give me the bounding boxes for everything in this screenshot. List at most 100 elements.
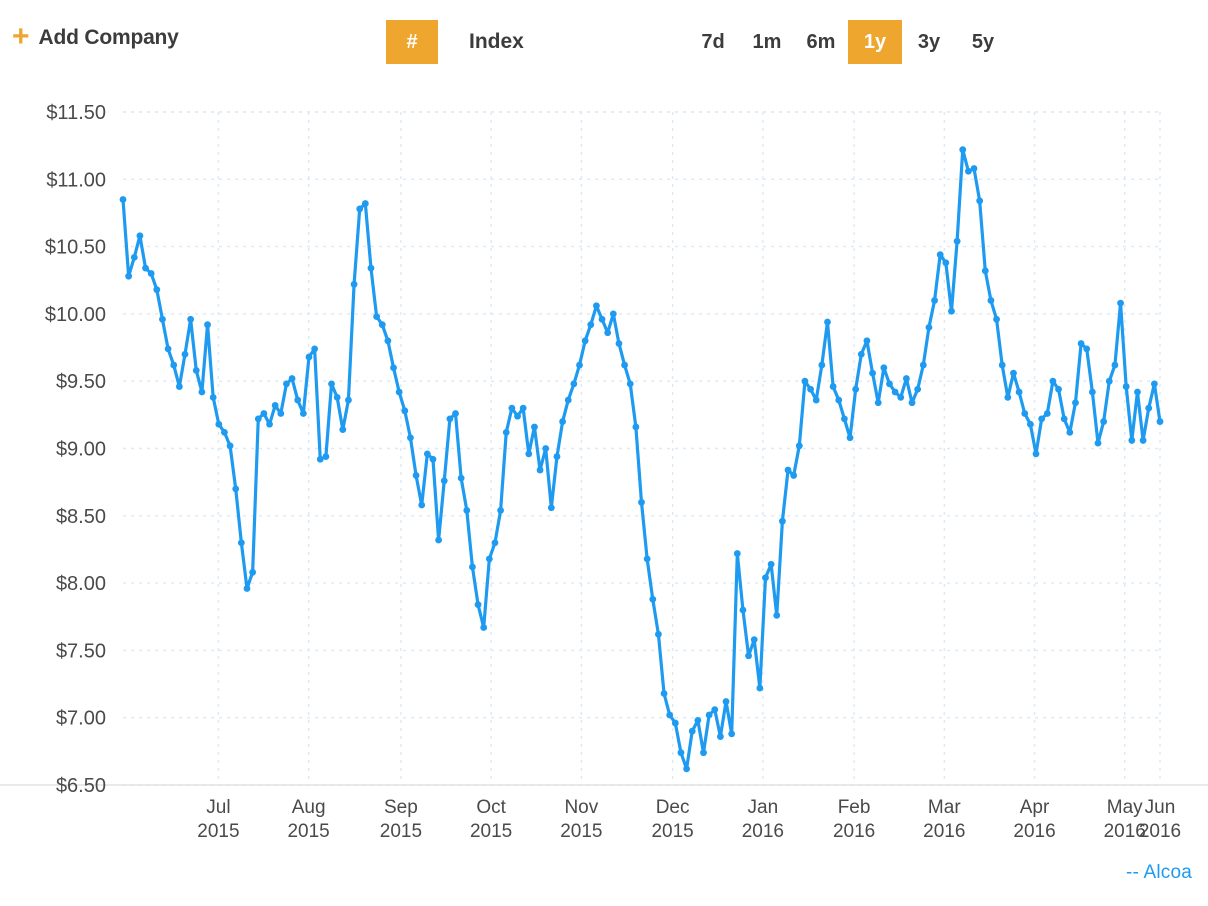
data-point[interactable] — [750, 636, 758, 644]
data-point[interactable] — [1004, 393, 1012, 401]
data-point[interactable] — [863, 337, 871, 345]
data-point[interactable] — [919, 361, 927, 369]
data-point[interactable] — [1150, 380, 1158, 388]
data-point[interactable] — [559, 418, 566, 425]
data-point[interactable] — [429, 455, 437, 463]
data-point[interactable] — [260, 410, 268, 417]
data-point[interactable] — [632, 423, 640, 431]
data-point[interactable] — [294, 396, 302, 404]
data-point[interactable] — [345, 396, 352, 404]
data-point[interactable] — [846, 434, 854, 442]
data-point[interactable] — [373, 313, 381, 320]
data-point[interactable] — [1111, 361, 1119, 369]
data-point[interactable] — [232, 485, 240, 493]
data-point[interactable] — [192, 367, 200, 374]
data-point[interactable] — [722, 698, 730, 705]
data-point[interactable] — [209, 393, 217, 401]
data-point[interactable] — [1026, 420, 1034, 428]
data-point[interactable] — [254, 415, 262, 423]
data-point[interactable] — [767, 560, 775, 568]
data-point[interactable] — [485, 555, 493, 563]
data-point[interactable] — [840, 415, 848, 423]
data-point[interactable] — [497, 507, 505, 514]
data-point[interactable] — [553, 453, 561, 460]
data-point[interactable] — [181, 350, 189, 358]
data-point[interactable] — [249, 568, 257, 576]
data-point[interactable] — [981, 267, 989, 275]
legend-alcoa[interactable]: -- Alcoa — [1126, 862, 1192, 884]
data-point[interactable] — [1077, 340, 1085, 347]
data-point[interactable] — [198, 388, 206, 396]
range-button-5y[interactable]: 5y — [956, 20, 1010, 64]
data-point[interactable] — [807, 385, 814, 393]
data-point[interactable] — [857, 350, 865, 358]
data-point[interactable] — [683, 765, 690, 773]
data-point[interactable] — [311, 345, 319, 353]
data-point[interactable] — [356, 205, 364, 213]
data-point[interactable] — [818, 361, 826, 369]
data-point[interactable] — [756, 684, 764, 692]
data-point[interactable] — [581, 337, 589, 345]
data-point[interactable] — [936, 251, 944, 259]
data-point[interactable] — [604, 329, 612, 337]
data-point[interactable] — [1139, 437, 1147, 444]
data-point[interactable] — [226, 442, 234, 450]
data-point[interactable] — [283, 380, 290, 388]
data-point[interactable] — [621, 361, 628, 369]
data-point[interactable] — [942, 259, 950, 267]
data-point[interactable] — [339, 426, 347, 434]
data-point[interactable] — [491, 539, 499, 547]
data-point[interactable] — [1094, 439, 1102, 447]
data-point[interactable] — [638, 498, 645, 506]
data-point[interactable] — [739, 606, 747, 614]
data-point[interactable] — [874, 399, 882, 407]
data-point[interactable] — [643, 555, 651, 563]
data-point[interactable] — [1117, 299, 1124, 307]
data-point[interactable] — [1015, 388, 1023, 396]
data-point[interactable] — [153, 286, 161, 294]
data-point[interactable] — [1145, 404, 1153, 412]
data-point[interactable] — [1055, 385, 1062, 393]
data-point[interactable] — [350, 280, 358, 288]
data-point[interactable] — [902, 375, 910, 382]
data-point[interactable] — [1038, 415, 1046, 423]
data-point[interactable] — [536, 466, 544, 474]
data-point[interactable] — [987, 297, 995, 304]
data-point[interactable] — [891, 388, 899, 396]
data-point[interactable] — [125, 272, 133, 280]
data-point[interactable] — [1134, 388, 1141, 396]
data-point[interactable] — [401, 407, 409, 415]
data-point[interactable] — [390, 364, 397, 372]
data-point[interactable] — [711, 706, 719, 714]
data-point[interactable] — [1100, 418, 1108, 425]
data-point[interactable] — [773, 612, 781, 619]
data-point[interactable] — [367, 264, 375, 272]
index-hash-badge[interactable]: # — [386, 20, 438, 64]
data-point[interactable] — [423, 450, 431, 458]
data-point[interactable] — [762, 574, 769, 582]
data-point[interactable] — [164, 345, 172, 353]
data-point[interactable] — [271, 402, 279, 409]
data-point[interactable] — [970, 165, 978, 172]
data-point[interactable] — [463, 507, 471, 514]
data-point[interactable] — [728, 730, 736, 738]
data-point[interactable] — [914, 385, 922, 393]
data-point[interactable] — [119, 196, 127, 203]
data-point[interactable] — [886, 380, 893, 388]
data-point[interactable] — [953, 237, 961, 245]
data-point[interactable] — [187, 315, 195, 323]
data-point[interactable] — [795, 442, 803, 450]
data-point[interactable] — [502, 428, 510, 436]
add-company-button[interactable]: + Add Company — [12, 22, 179, 52]
data-point[interactable] — [576, 361, 583, 369]
data-point[interactable] — [615, 340, 623, 347]
data-point[interactable] — [547, 504, 555, 512]
data-point[interactable] — [694, 716, 702, 724]
data-point[interactable] — [361, 200, 369, 207]
data-point[interactable] — [446, 415, 454, 423]
data-point[interactable] — [1049, 377, 1057, 385]
data-point[interactable] — [564, 396, 572, 404]
data-point[interactable] — [700, 749, 707, 757]
data-point[interactable] — [733, 550, 741, 557]
data-point[interactable] — [671, 719, 679, 727]
